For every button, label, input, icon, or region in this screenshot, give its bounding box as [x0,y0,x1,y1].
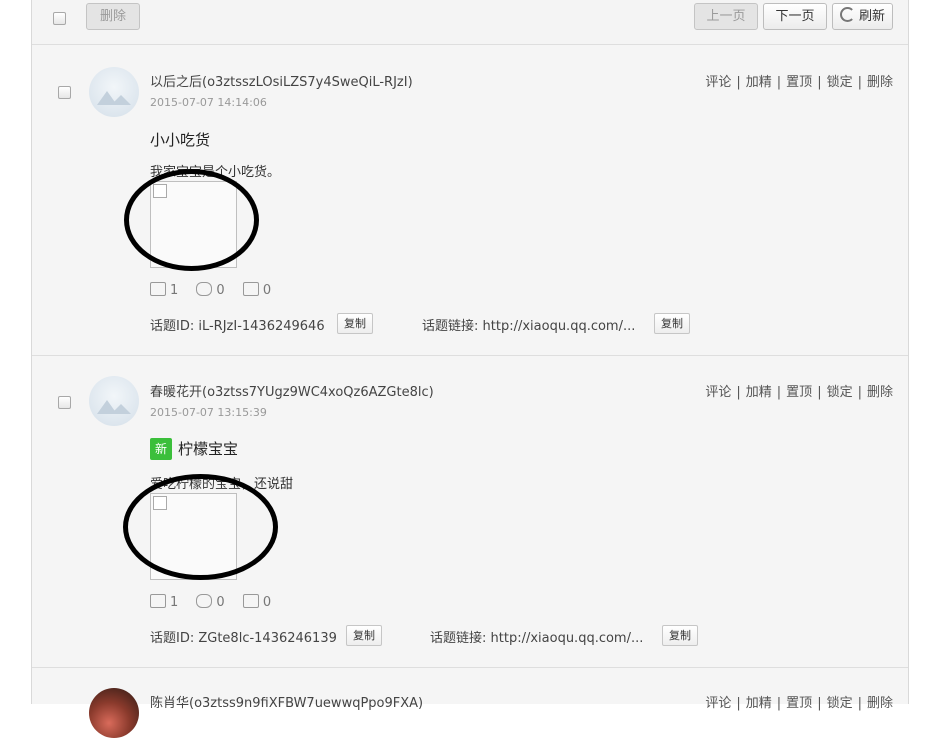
lock-action[interactable]: 锁定 [827,75,853,90]
avatar[interactable] [89,67,139,117]
comment-count[interactable]: 0 [196,594,225,610]
feature-action[interactable]: 加精 [746,75,772,90]
post-item: 春暖花开(o3ztss7YUgz9WC4xoQz6AZGte8lc) 2015-… [32,356,908,668]
post-stats: 1 0 0 [150,282,285,298]
select-all-checkbox[interactable] [53,12,66,25]
post-author[interactable]: 陈肖华(o3ztss9n9fiXFBW7uewwqPpo9FXA) [150,692,423,711]
copy-topic-link-button[interactable]: 复制 [662,625,698,646]
post-author[interactable]: 以后之后(o3ztsszLOsiLZS7y4SweQiL-RJzI) [150,71,413,90]
post-item: 以后之后(o3ztsszLOsiLZS7y4SweQiL-RJzI) 2015-… [32,45,908,356]
pin-action[interactable]: 置顶 [786,385,812,400]
post-stats: 1 0 0 [150,594,285,610]
comment-bubble-icon [196,282,213,296]
topic-id: 话题ID: ZGte8lc-1436246139 [150,631,337,646]
annotation-circle [124,169,259,271]
share-count[interactable]: 0 [242,282,271,298]
annotation-circle [123,474,278,580]
topic-link: 话题链接: http://xiaoqu.qq.com/... [422,319,636,334]
post-title[interactable]: 新柠檬宝宝 [150,438,238,460]
topic-link: 话题链接: http://xiaoqu.qq.com/... [430,631,644,646]
pin-action[interactable]: 置顶 [786,75,812,90]
like-count[interactable]: 1 [150,282,178,298]
toolbar: 删除 上一页 下一页 刷新 [32,0,908,45]
like-count[interactable]: 1 [150,594,178,610]
post-checkbox[interactable] [58,396,71,409]
post-time: 2015-07-07 14:14:06 [150,96,267,109]
share-icon [242,282,259,296]
post-actions: 评论 | 加精 | 置顶 | 锁定 | 删除 [705,696,893,711]
share-count[interactable]: 0 [242,594,271,610]
thumbs-up-icon [150,282,166,296]
refresh-label: 刷新 [858,9,885,24]
copy-topic-link-button[interactable]: 复制 [654,313,690,334]
avatar[interactable] [89,688,139,738]
thumbs-up-icon [150,594,166,608]
comment-action[interactable]: 评论 [705,385,731,400]
topic-id: 话题ID: iL-RJzI-1436249646 [150,319,325,334]
post-checkbox[interactable] [58,86,71,99]
new-badge: 新 [150,438,172,460]
refresh-icon [839,7,855,22]
delete-action[interactable]: 删除 [867,385,893,400]
post-title[interactable]: 小小吃货 [150,129,210,150]
post-actions: 评论 | 加精 | 置顶 | 锁定 | 删除 [705,385,893,400]
share-icon [242,594,259,608]
post-author[interactable]: 春暖花开(o3ztss7YUgz9WC4xoQz6AZGte8lc) [150,381,434,400]
post-time: 2015-07-07 13:15:39 [150,406,267,419]
avatar[interactable] [89,376,139,426]
copy-topic-id-button[interactable]: 复制 [346,625,382,646]
delete-action[interactable]: 删除 [867,75,893,90]
lock-action[interactable]: 锁定 [827,385,853,400]
feature-action[interactable]: 加精 [746,385,772,400]
post-actions: 评论 | 加精 | 置顶 | 锁定 | 删除 [705,75,893,90]
comment-count[interactable]: 0 [196,282,225,298]
delete-button[interactable]: 删除 [86,3,140,30]
refresh-button[interactable]: 刷新 [832,3,893,30]
prev-page-button[interactable]: 上一页 [694,3,758,30]
topic-list-panel: 删除 上一页 下一页 刷新 以后之后(o3ztsszLOsiLZS7y4SweQ… [31,0,909,738]
post-item: 陈肖华(o3ztss9n9fiXFBW7uewwqPpo9FXA) 评论 | 加精 |… [32,668,908,738]
next-page-button[interactable]: 下一页 [763,3,827,30]
copy-topic-id-button[interactable]: 复制 [337,313,373,334]
comment-bubble-icon [196,594,213,608]
comment-action[interactable]: 评论 [705,75,731,90]
